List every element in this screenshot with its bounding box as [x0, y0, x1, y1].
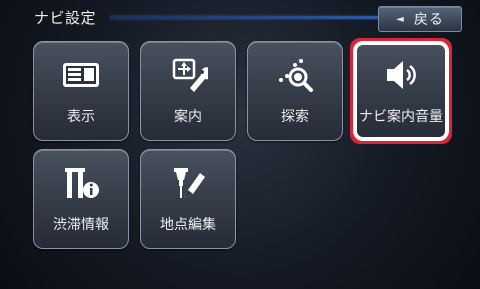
search-route-icon: [279, 59, 313, 92]
tile-traffic-info-label: 渋滞情報: [53, 217, 109, 233]
tile-guidance[interactable]: 案内: [140, 41, 236, 141]
tile-nav-guidance-volume-label: ナビ案内音量: [359, 109, 443, 125]
tile-search[interactable]: 探索: [247, 41, 343, 141]
point-edit-icon: [174, 168, 205, 198]
back-button[interactable]: ◄ 戻る: [378, 6, 462, 32]
navi-settings-screen: ナビ設定 ◄ 戻る 表示 案内 探索 ナビ案内音量 渋滞情報 地点編集: [0, 0, 480, 289]
display-icon: [63, 63, 99, 87]
tile-display[interactable]: 表示: [33, 41, 129, 141]
tile-search-label: 探索: [281, 109, 309, 125]
tile-point-edit[interactable]: 地点編集: [140, 149, 236, 249]
tile-nav-guidance-volume[interactable]: ナビ案内音量: [350, 38, 452, 144]
header-divider: [110, 16, 380, 19]
page-title: ナビ設定: [34, 9, 97, 27]
guidance-icon: [172, 58, 208, 92]
traffic-info-icon: [65, 168, 99, 198]
speaker-volume-icon: [387, 61, 416, 89]
tile-point-edit-label: 地点編集: [160, 217, 216, 233]
tile-traffic-info[interactable]: 渋滞情報: [33, 149, 129, 249]
tile-guidance-label: 案内: [174, 109, 202, 125]
back-arrow-icon: ◄: [396, 13, 404, 25]
header-bar: ナビ設定 ◄ 戻る: [0, 0, 480, 36]
back-button-label: 戻る: [413, 12, 444, 28]
tile-display-label: 表示: [67, 109, 95, 125]
